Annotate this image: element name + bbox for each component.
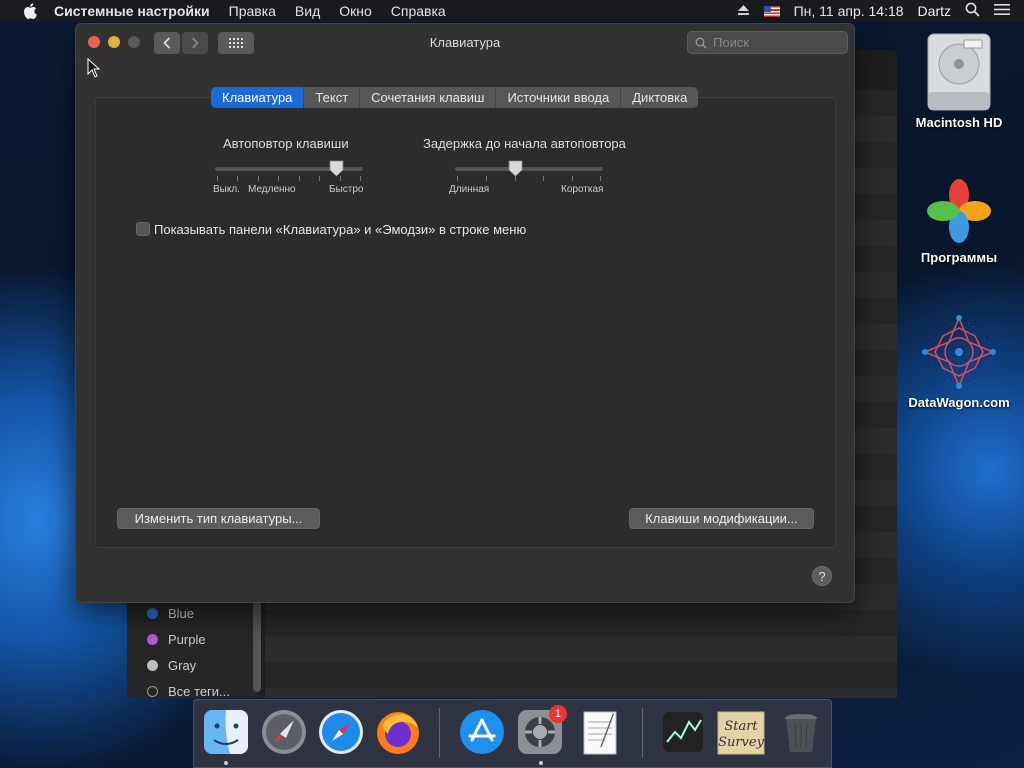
blue-tag-icon	[147, 608, 158, 619]
dock: 1 Start Survey	[193, 699, 832, 768]
desktop-icon-macintosh-hd[interactable]: Macintosh HD	[905, 32, 1013, 130]
tab-dictation[interactable]: Диктовка	[621, 87, 698, 108]
show-menu-checkbox[interactable]	[136, 222, 150, 236]
slider-tick	[258, 176, 259, 181]
key-repeat-slider-thumb[interactable]	[329, 160, 344, 177]
all-tags-icon	[147, 686, 158, 697]
slider-tick	[515, 176, 516, 181]
tag-gray[interactable]: Gray	[147, 658, 196, 673]
slider-tick	[340, 176, 341, 181]
tag-blue[interactable]: Blue	[147, 606, 194, 621]
search-placeholder: Поиск	[713, 35, 750, 50]
tab-shortcuts[interactable]: Сочетания клавиш	[360, 87, 497, 108]
apple-menu-icon[interactable]	[20, 3, 40, 19]
slider-tick	[543, 176, 544, 181]
tag-all[interactable]: Все теги...	[147, 684, 230, 699]
title-bar[interactable]: Клавиатура Поиск	[76, 24, 854, 62]
sidebar-scrollbar[interactable]	[253, 600, 261, 692]
slider-tick	[572, 176, 573, 181]
mouse-cursor-icon	[87, 58, 101, 78]
desktop-icon-label: DataWagon.com	[908, 395, 1010, 410]
search-field[interactable]: Поиск	[687, 31, 848, 54]
desktop-icon-label: Программы	[920, 250, 998, 265]
menu-datetime[interactable]: Пн, 11 апр. 14:18	[794, 3, 904, 19]
tag-purple[interactable]: Purple	[147, 632, 206, 647]
launchpad-icon[interactable]	[260, 708, 308, 756]
applications-icon	[927, 179, 991, 243]
modifier-keys-button[interactable]: Клавиши модификации...	[629, 508, 814, 529]
start-survey-text-line2: Survey	[718, 735, 765, 750]
search-icon	[695, 37, 707, 48]
tick-label-long: Длинная	[449, 184, 490, 195]
keyboard-preferences-window: Клавиатура Поиск Клавиатура Текст Сочета…	[75, 23, 855, 603]
keyboard-pane: Автоповтор клавиши Выкл. Медленно Быстро…	[95, 97, 836, 548]
slider-tick	[457, 176, 458, 181]
menu-app-name[interactable]: Системные настройки	[54, 3, 210, 19]
system-preferences-icon[interactable]: 1	[516, 705, 567, 756]
trash-icon[interactable]	[777, 708, 825, 756]
dock-separator	[642, 708, 643, 758]
menu-view[interactable]: Вид	[295, 3, 320, 19]
change-keyboard-type-button[interactable]: Изменить тип клавиатуры...	[117, 508, 320, 529]
notification-badge: 1	[549, 705, 567, 723]
tag-label: Gray	[168, 658, 197, 673]
textedit-icon[interactable]	[576, 708, 624, 756]
app-store-icon[interactable]	[458, 708, 506, 756]
tag-label: Blue	[168, 606, 195, 621]
repeat-delay-slider[interactable]	[455, 167, 603, 171]
slider-tick	[600, 176, 601, 181]
input-source-flag-icon[interactable]	[763, 5, 780, 17]
stocks-icon[interactable]	[659, 708, 707, 756]
slider-tick	[319, 176, 320, 181]
repeat-delay-slider-thumb[interactable]	[508, 160, 523, 177]
menu-help[interactable]: Справка	[391, 3, 446, 19]
tick-label-slow: Медленно	[248, 184, 296, 195]
help-button[interactable]: ?	[812, 566, 832, 586]
tab-keyboard[interactable]: Клавиатура	[211, 87, 305, 108]
finder-sidebar: Blue Purple Gray Все теги...	[127, 600, 257, 699]
notification-center-icon[interactable]	[994, 3, 1010, 19]
menu-window[interactable]: Окно	[339, 3, 372, 19]
gray-tag-icon	[147, 660, 158, 671]
tick-label-off: Выкл.	[213, 184, 240, 195]
key-repeat-label: Автоповтор клавиши	[223, 136, 349, 151]
datawagon-logo-icon	[922, 315, 996, 389]
slider-tick	[237, 176, 238, 181]
menu-edit[interactable]: Правка	[229, 3, 276, 19]
dock-separator	[439, 708, 440, 758]
running-indicator	[539, 761, 543, 765]
firefox-icon[interactable]	[374, 708, 422, 756]
repeat-delay-label: Задержка до начала автоповтора	[423, 136, 626, 151]
tab-bar: Клавиатура Текст Сочетания клавиш Источн…	[211, 87, 699, 108]
start-survey-text-line1: Start	[724, 719, 758, 734]
slider-tick	[217, 176, 218, 181]
slider-tick	[486, 176, 487, 181]
desktop-icon-programs[interactable]: Программы	[905, 175, 1013, 265]
slider-tick	[278, 176, 279, 181]
tab-input-sources[interactable]: Источники ввода	[496, 87, 622, 108]
tab-text[interactable]: Текст	[304, 87, 361, 108]
hard-drive-icon	[927, 33, 991, 111]
desktop-icon-datawagon[interactable]: DataWagon.com	[900, 312, 1018, 410]
purple-tag-icon	[147, 634, 158, 645]
slider-tick	[360, 176, 361, 181]
tick-label-short: Короткая	[561, 184, 604, 195]
slider-tick	[299, 176, 300, 181]
safari-icon[interactable]	[317, 708, 365, 756]
desktop-icon-label: Macintosh HD	[915, 115, 1003, 130]
tick-label-fast: Быстро	[329, 184, 364, 195]
menu-bar: Системные настройки Правка Вид Окно Спра…	[0, 0, 1024, 22]
tag-label: Purple	[168, 632, 206, 647]
menu-user[interactable]: Dartz	[918, 3, 951, 19]
running-indicator	[224, 761, 228, 765]
spotlight-search-icon[interactable]	[965, 2, 980, 20]
tag-label: Все теги...	[168, 684, 230, 699]
finder-icon[interactable]	[202, 708, 250, 756]
start-survey-note[interactable]: Start Survey	[716, 708, 765, 756]
show-menu-checkbox-label: Показывать панели «Клавиатура» и «Эмодзи…	[154, 222, 527, 237]
eject-icon[interactable]	[737, 3, 750, 19]
